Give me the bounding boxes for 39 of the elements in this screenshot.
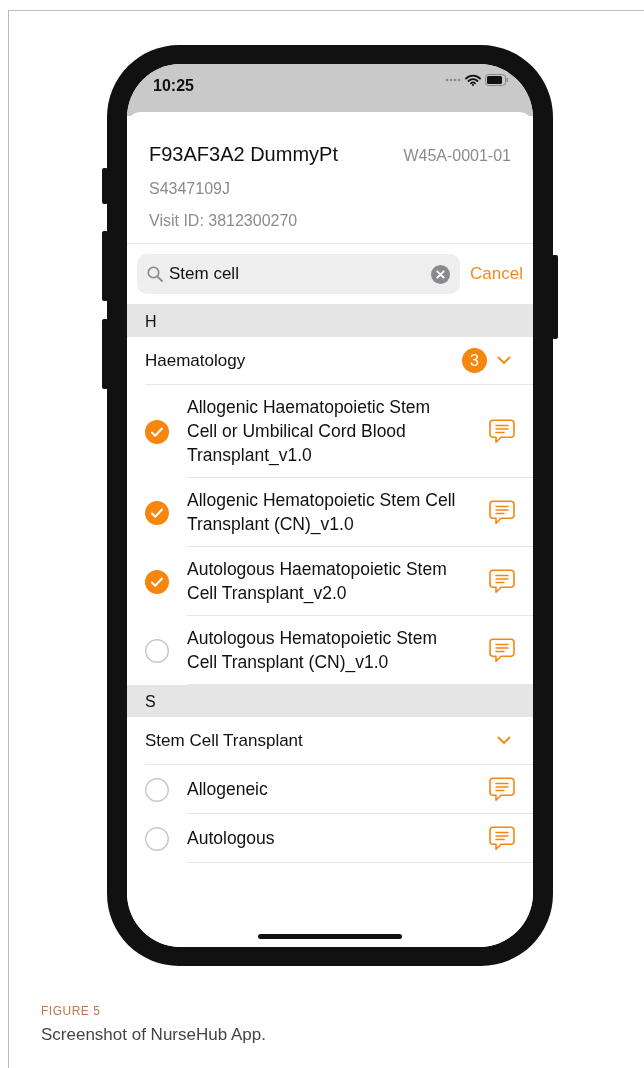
- chevron-down-icon[interactable]: [497, 736, 511, 745]
- figure-label: FIGURE 5: [41, 1003, 102, 1020]
- search-input[interactable]: Stem cell: [169, 261, 426, 287]
- search-field[interactable]: Stem cell: [137, 254, 461, 294]
- comment-icon[interactable]: [489, 825, 515, 851]
- count-badge: 3: [462, 348, 487, 373]
- comment-icon[interactable]: [489, 418, 515, 444]
- comment-icon[interactable]: [489, 499, 515, 525]
- unchecked-circle[interactable]: [145, 826, 169, 851]
- chevron-down-icon[interactable]: [497, 356, 511, 365]
- item-label[interactable]: Allogenic Hematopoietic Stem Cell Transplant (CN)_v1.0: [187, 488, 462, 536]
- comment-icon[interactable]: [489, 637, 515, 663]
- figure-caption: Screenshot of NurseHub App.: [41, 1024, 267, 1046]
- wifi-icon: [465, 74, 481, 86]
- item-label[interactable]: Allogenic Haematopoietic Stem Cell or Umbilical Cord Blood Transplant_v1.0: [187, 395, 462, 467]
- item-label[interactable]: Autologous: [187, 826, 462, 850]
- section-header: S: [127, 685, 533, 717]
- battery-icon: [485, 74, 509, 86]
- visit-id: Visit ID: 3812300270: [149, 211, 299, 231]
- checked-circle[interactable]: [145, 569, 169, 594]
- item-label[interactable]: Autologous Hematopoietic Stem Cell Transplant (CN)_v1.0: [187, 626, 462, 674]
- category-title[interactable]: Stem Cell Transplant: [145, 727, 487, 754]
- search-icon: [147, 266, 163, 282]
- comment-icon[interactable]: [489, 776, 515, 802]
- patient-name: F93AF3A2 DummyPt: [149, 142, 338, 167]
- ward-code: W45A-0001-01: [403, 146, 511, 166]
- status-time: 10:25: [153, 76, 194, 96]
- item-label[interactable]: Allogeneic: [187, 777, 462, 801]
- item-label[interactable]: Autologous Haematopoietic Stem Cell Transplant_v2.0: [187, 557, 462, 605]
- comment-icon[interactable]: [489, 568, 515, 594]
- patient-id: S4347109J: [149, 179, 231, 199]
- checked-circle[interactable]: [145, 500, 169, 525]
- category-title[interactable]: Haematology: [145, 347, 452, 374]
- section-header: H: [127, 305, 533, 337]
- clear-icon[interactable]: [431, 264, 451, 284]
- unchecked-circle[interactable]: [145, 777, 169, 802]
- checked-circle[interactable]: [145, 419, 169, 444]
- unchecked-circle[interactable]: [145, 638, 169, 663]
- signal-icon: [445, 78, 461, 82]
